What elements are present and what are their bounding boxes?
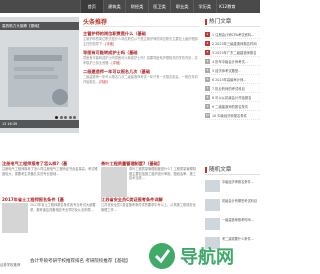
card-summary: 茶叶工程质量管理制度是什么？工程质量管理制度主要包括施工组织设计审批、图纸会审、… bbox=[129, 167, 196, 181]
nav-item-degree[interactable]: 学历类 bbox=[192, 0, 216, 13]
slider-dot[interactable] bbox=[55, 116, 58, 119]
hot-item[interactable]: 22 2023年三级建造师报名时间 bbox=[205, 39, 260, 48]
hot-item[interactable]: 77 执业药师的考试科目 bbox=[205, 84, 260, 93]
rank-badge: 5 bbox=[205, 67, 210, 73]
hot-item[interactable]: 10 10 中级经济师报名条件 bbox=[205, 111, 260, 120]
card-body: 注册电气工程师报考了怎么样注册电气工程师证书含金量高，考试难度较大，需要考生具备… bbox=[2, 167, 99, 197]
random-article[interactable]: 中级经济师报名条件... bbox=[205, 180, 260, 196]
rank-badge: 2 bbox=[205, 40, 210, 46]
hot-articles: 热门文章 11 注册会计师CPA考试资料... 22 2023年三级建造师报名时… bbox=[205, 18, 260, 120]
hot-item[interactable]: 66 2023年高级审计师... bbox=[205, 75, 260, 84]
random-articles-header: 随机文章 bbox=[205, 166, 260, 175]
detail-link[interactable]: [详细] bbox=[105, 42, 114, 46]
article-thumbnail[interactable] bbox=[205, 180, 220, 192]
card-title[interactable]: 注册电气工程师报考了怎么样?（基 bbox=[2, 160, 99, 167]
bottom-article-link[interactable]: 会计专硕考研学校推荐排名 考研院校推荐【基础】 bbox=[30, 258, 130, 264]
article-thumbnail[interactable] bbox=[205, 218, 220, 230]
rank-badge: 4 bbox=[205, 58, 210, 64]
slider-dot[interactable] bbox=[73, 116, 77, 119]
headline-section: 头条推荐 主管护师的岗位职责是什么（基础 主管护师的岗位职责是什么岗位职位以下是… bbox=[83, 18, 199, 153]
nav-item-medical[interactable]: 医卫类 bbox=[147, 0, 171, 13]
rank-badge: 8 bbox=[205, 94, 210, 100]
hot-item[interactable]: 55 经济师考试题型... bbox=[205, 66, 260, 75]
card-summary: 江苏省安全员C类证报考条件学历要求中专以上，从事施工现场安全管理工作... bbox=[101, 203, 196, 212]
random-article[interactable]: 初级会计有哪些考试科目 bbox=[205, 199, 260, 215]
nav-item-vocational[interactable]: 职业类 bbox=[170, 0, 193, 13]
accent-bar bbox=[205, 19, 207, 25]
rank-badge: 3 bbox=[205, 49, 210, 55]
watermark-logo: 导航网 bbox=[149, 243, 234, 269]
card-summary: 2017年省土工程师报名条件各专业考试大纲要求，报考者应具备相应专业学历及从业年… bbox=[30, 203, 96, 212]
nav-item-finance[interactable]: 财经类 bbox=[125, 0, 148, 13]
headline-summary: 导医有可能转成护士吗导医可以转成护士吗？如果导医有护理相关的学历背景，并考取护士… bbox=[83, 56, 198, 65]
random-header-row: 随机文章 bbox=[205, 166, 260, 175]
card-body: 茶叶工程质量管理制度是什么？工程质量管理制度主要包括施工组织设计审批、图纸会审、… bbox=[101, 167, 198, 197]
card-title[interactable]: 2017年省土工程师报名条件【基 bbox=[2, 196, 99, 203]
detail-link[interactable]: [详细] bbox=[112, 61, 121, 65]
detail-link[interactable]: [详细] bbox=[99, 80, 108, 84]
hot-item[interactable]: 88 可以从初级会计开始报名 bbox=[205, 93, 260, 102]
card-thumbnail[interactable] bbox=[2, 203, 28, 233]
bottom-tag[interactable]: 证券学校推荐 bbox=[0, 262, 20, 267]
headline-item: 二级建造师一年可以报名几次（基础 二级建造师一年可以报名几次二级建造师考试一年只… bbox=[83, 69, 199, 84]
rank-badge: 7 bbox=[205, 85, 210, 91]
hot-articles-header: 热门文章 bbox=[205, 18, 260, 27]
rank-badge: 1 bbox=[205, 31, 210, 37]
headline-summary: 二级建造师一年可以报名几次二级建造师考试一年只有一次报名机会，一般在年初开始报名… bbox=[83, 75, 198, 84]
main-nav: 首页 建筑类 财经类 医卫类 职业类 学历类 K12教育 bbox=[80, 0, 238, 13]
hot-list: 11 注册会计师CPA考试资料... 22 2023年三级建造师报名时间 33 … bbox=[205, 30, 260, 120]
svg-text:导航网: 导航网 bbox=[180, 246, 234, 268]
banner-timestamp: 13 16:39 bbox=[0, 120, 79, 128]
banner-caption[interactable]: 高的助力头脑等【基础】 bbox=[0, 22, 79, 30]
section-title: 头条推荐 bbox=[83, 18, 199, 27]
card-body: 2017年省土工程师报名条件各专业考试大纲要求，报考者应具备相应专业学历及从业年… bbox=[2, 203, 99, 233]
article-card: 2017年省土工程师报名条件【基 2017年省土工程师报名条件各专业考试大纲要求… bbox=[2, 196, 99, 246]
accent-bar bbox=[205, 167, 207, 173]
slider-dots bbox=[55, 116, 77, 119]
card-thumbnail[interactable] bbox=[101, 167, 127, 197]
headline-summary: 主管护师的岗位职责是什么岗位职位以下是主管护师的岗位职责主要在上级护理部主任的领… bbox=[83, 37, 198, 46]
slider-dot[interactable] bbox=[68, 116, 72, 119]
hot-item[interactable]: 33 2023年广东二级建造师报名 bbox=[205, 48, 260, 57]
card-title[interactable]: 江苏省安全员C类证报考条件详解 bbox=[101, 196, 198, 203]
headline-item: 导医有可能转成护士吗（基础 导医有可能转成护士吗导医可以转成护士吗？如果导医有护… bbox=[83, 50, 199, 65]
hot-item[interactable]: 11 注册会计师CPA考试资料... bbox=[205, 30, 260, 39]
slider-dot[interactable] bbox=[64, 116, 68, 119]
random-articles-title: 随机文章 bbox=[209, 166, 232, 173]
nav-item-k12[interactable]: K12教育 bbox=[215, 0, 239, 13]
headline-item: 主管护师的岗位职责是什么（基础 主管护师的岗位职责是什么岗位职位以下是主管护师的… bbox=[83, 31, 199, 46]
rank-badge: 10 bbox=[205, 112, 210, 118]
card-body: 江苏省安全员C类证报考条件学历要求中专以上，从事施工现场安全管理工作... bbox=[101, 203, 198, 233]
card-summary: 注册电气工程师报考了怎么样注册电气工程师证书含金量高，考试难度较大，需要考生具备… bbox=[2, 167, 98, 176]
rank-badge: 9 bbox=[205, 103, 210, 109]
slider-dot[interactable] bbox=[59, 116, 63, 119]
hot-item[interactable]: 99 二级建造师的报名条件 bbox=[205, 102, 260, 111]
hot-articles-title: 热门文章 bbox=[209, 18, 232, 25]
nav-item-construction[interactable]: 建筑类 bbox=[102, 0, 126, 13]
rank-badge: 6 bbox=[205, 76, 210, 82]
top-nav-bar: 首页 建筑类 财经类 医卫类 职业类 学历类 K12教育 bbox=[0, 0, 260, 13]
random-article[interactable]: 一级建造师报考时间... bbox=[205, 218, 260, 234]
card-title[interactable]: 茶叶工程质量管理制度?（基础】 bbox=[101, 160, 198, 167]
hot-item[interactable]: 44 历年中级会计师考试... bbox=[205, 57, 260, 66]
nav-item-home[interactable]: 首页 bbox=[80, 0, 103, 13]
article-thumbnail[interactable] bbox=[205, 199, 220, 211]
